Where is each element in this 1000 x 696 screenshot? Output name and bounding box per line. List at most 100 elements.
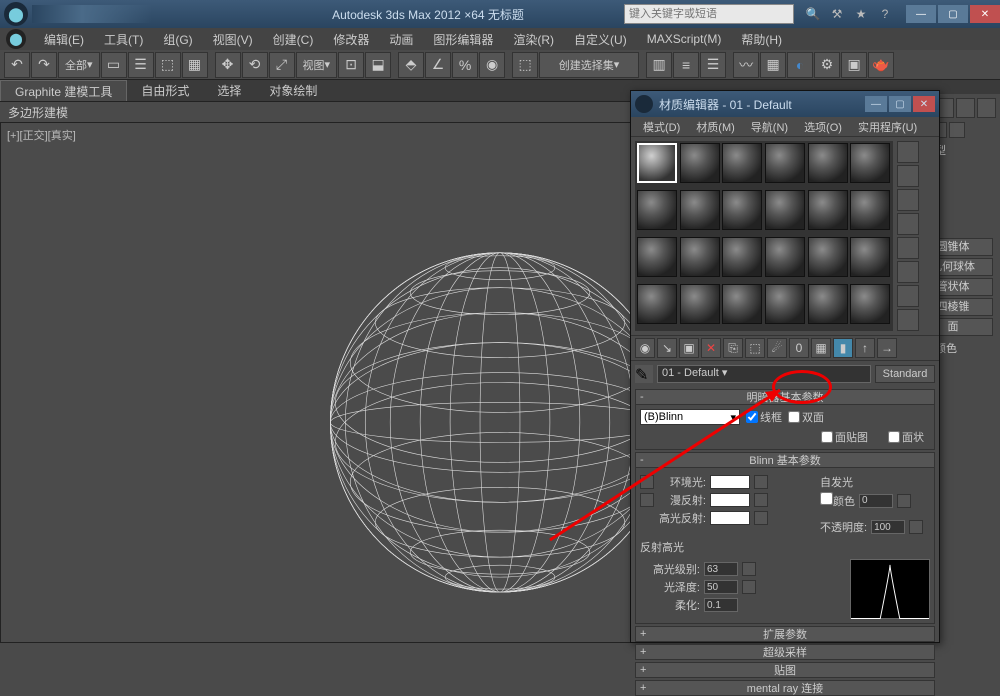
- material-slot[interactable]: [850, 237, 890, 277]
- search-icon[interactable]: 🔍: [802, 3, 824, 25]
- me-menu-mode[interactable]: 模式(D): [635, 119, 688, 135]
- pick-material-button[interactable]: ✎: [635, 365, 653, 383]
- put-to-lib-button[interactable]: ☄: [767, 338, 787, 358]
- me-close-button[interactable]: ✕: [913, 96, 935, 112]
- material-slot[interactable]: [680, 190, 720, 230]
- ref-coord-dropdown[interactable]: 视图 ▾: [296, 52, 338, 78]
- curve-editor-button[interactable]: 〰: [733, 52, 759, 78]
- show-map-button[interactable]: ▦: [811, 338, 831, 358]
- tab-graphite[interactable]: Graphite 建模工具: [0, 80, 127, 101]
- rollout-maps-header[interactable]: +贴图: [635, 662, 935, 678]
- menu-custom[interactable]: 自定义(U): [564, 31, 637, 48]
- percent-snap-button[interactable]: %: [452, 52, 478, 78]
- material-slot[interactable]: [765, 237, 805, 277]
- close-button[interactable]: ✕: [970, 5, 1000, 23]
- material-type-button[interactable]: Standard: [875, 365, 935, 383]
- go-parent-button[interactable]: ↑: [855, 338, 875, 358]
- material-slot[interactable]: [637, 190, 677, 230]
- me-menu-material[interactable]: 材质(M): [688, 119, 743, 135]
- opacity-map-button[interactable]: [909, 520, 923, 534]
- tab-paint[interactable]: 对象绘制: [255, 80, 331, 101]
- rollout-super-header[interactable]: +超级采样: [635, 644, 935, 660]
- select-region-button[interactable]: ⬚: [155, 52, 181, 78]
- assign-to-sel-button[interactable]: ▣: [679, 338, 699, 358]
- material-slot[interactable]: [808, 237, 848, 277]
- schematic-button[interactable]: ▦: [760, 52, 786, 78]
- mat-map-nav-button[interactable]: [897, 309, 919, 331]
- material-editor-titlebar[interactable]: 材质编辑器 - 01 - Default — ▢ ✕: [631, 91, 939, 117]
- diffuse-map-button[interactable]: [754, 493, 768, 507]
- material-slot[interactable]: [850, 143, 890, 183]
- menu-render[interactable]: 渲染(R): [503, 31, 564, 48]
- material-slot[interactable]: [765, 284, 805, 324]
- render-button[interactable]: 🫖: [868, 52, 894, 78]
- spec-level-map-button[interactable]: [742, 562, 756, 576]
- select-by-mat-button[interactable]: [897, 285, 919, 307]
- selection-filter-dropdown[interactable]: 全部 ▾: [58, 52, 100, 78]
- diffuse-swatch[interactable]: [710, 493, 750, 507]
- rollout-blinn-header[interactable]: -Blinn 基本参数: [635, 452, 935, 468]
- material-name-input[interactable]: 01 - Default ▾: [657, 365, 871, 383]
- ambient-swatch[interactable]: [710, 475, 750, 489]
- self-illum-color-checkbox[interactable]: 颜色: [820, 492, 855, 509]
- snap-toggle-button[interactable]: ⬘: [398, 52, 424, 78]
- selection-lock-button[interactable]: ⬚: [512, 52, 538, 78]
- self-illum-map-button[interactable]: [897, 494, 911, 508]
- menu-view[interactable]: 视图(V): [203, 31, 263, 48]
- make-unique-button[interactable]: ⬚: [745, 338, 765, 358]
- rollout-ext-header[interactable]: +扩展参数: [635, 626, 935, 642]
- material-slot[interactable]: [765, 190, 805, 230]
- help-icon[interactable]: ?: [874, 3, 896, 25]
- me-menu-options[interactable]: 选项(O): [796, 119, 850, 135]
- opacity-spinner[interactable]: [871, 520, 905, 534]
- material-slot[interactable]: [680, 143, 720, 183]
- undo-button[interactable]: ↶: [4, 52, 30, 78]
- maximize-button[interactable]: ▢: [938, 5, 968, 23]
- cmd-category-icon[interactable]: [949, 122, 965, 138]
- material-slot[interactable]: [680, 284, 720, 324]
- material-slot[interactable]: [680, 237, 720, 277]
- sample-type-button[interactable]: [897, 141, 919, 163]
- two-sided-checkbox[interactable]: 双面: [788, 409, 824, 425]
- menu-maxscript[interactable]: MAXScript(M): [637, 32, 732, 46]
- menu-edit[interactable]: 编辑(E): [34, 31, 94, 48]
- menu-create[interactable]: 创建(C): [263, 31, 324, 48]
- menu-tools[interactable]: 工具(T): [94, 31, 153, 48]
- render-setup-button[interactable]: ⚙: [814, 52, 840, 78]
- material-slot[interactable]: [722, 284, 762, 324]
- material-slot[interactable]: [808, 284, 848, 324]
- material-slot[interactable]: [722, 237, 762, 277]
- reset-map-button[interactable]: ✕: [701, 338, 721, 358]
- video-color-button[interactable]: [897, 237, 919, 259]
- soften-spinner[interactable]: [704, 598, 738, 612]
- gloss-map-button[interactable]: [742, 580, 756, 594]
- app-logo-icon[interactable]: ⬤: [4, 2, 28, 26]
- go-forward-button[interactable]: →: [877, 338, 897, 358]
- menu-modifiers[interactable]: 修改器: [323, 31, 379, 48]
- put-to-scene-button[interactable]: ↘: [657, 338, 677, 358]
- me-menu-navigate[interactable]: 导航(N): [743, 119, 796, 135]
- material-slot[interactable]: [765, 143, 805, 183]
- ambient-lock-button[interactable]: [640, 475, 654, 489]
- angle-snap-button[interactable]: ∠: [425, 52, 451, 78]
- menu-graph[interactable]: 图形编辑器: [423, 31, 503, 48]
- material-slot[interactable]: [722, 143, 762, 183]
- scale-button[interactable]: ⤢: [269, 52, 295, 78]
- wireframe-checkbox[interactable]: 线框: [746, 409, 782, 425]
- gloss-spinner[interactable]: [704, 580, 738, 594]
- background-button[interactable]: [897, 189, 919, 211]
- select-object-button[interactable]: ▭: [101, 52, 127, 78]
- spinner-snap-button[interactable]: ◉: [479, 52, 505, 78]
- menu-group[interactable]: 组(G): [153, 31, 202, 48]
- select-name-button[interactable]: ☰: [128, 52, 154, 78]
- get-material-button[interactable]: ◉: [635, 338, 655, 358]
- tab-selection[interactable]: 选择: [203, 80, 255, 101]
- minimize-button[interactable]: —: [906, 5, 936, 23]
- specular-swatch[interactable]: [710, 511, 750, 525]
- material-slot[interactable]: [637, 237, 677, 277]
- rollout-mental-header[interactable]: +mental ray 连接: [635, 680, 935, 696]
- rollout-shader-header[interactable]: -明暗器基本参数: [635, 389, 935, 405]
- pivot-button[interactable]: ⊡: [338, 52, 364, 78]
- show-end-button[interactable]: ▮: [833, 338, 853, 358]
- render-frame-button[interactable]: ▣: [841, 52, 867, 78]
